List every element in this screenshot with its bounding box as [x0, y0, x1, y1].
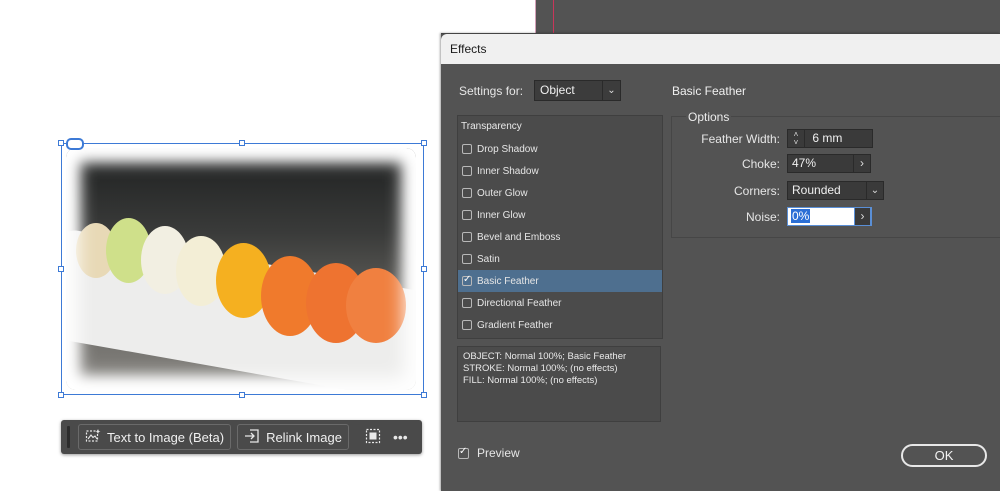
- choke-label: Choke:: [741, 157, 780, 171]
- checkbox[interactable]: [462, 298, 472, 308]
- options-group-title: Options: [686, 110, 732, 124]
- relink-label: Relink Image: [266, 429, 342, 445]
- checkbox[interactable]: [462, 144, 472, 154]
- summary-stroke: STROKE: Normal 100%; (no effects): [463, 363, 618, 374]
- summary-fill: FILL: Normal 100%; (no effects): [463, 375, 598, 386]
- effect-label: Directional Feather: [477, 297, 562, 309]
- feather-width-value: 6 mm: [812, 131, 843, 145]
- image-frame-selection[interactable]: [61, 143, 424, 395]
- effect-label: Drop Shadow: [477, 143, 538, 155]
- resize-handle-r[interactable]: [421, 266, 427, 272]
- effect-item-directional-feather[interactable]: Directional Feather: [458, 292, 662, 314]
- effect-item-inner-glow[interactable]: Inner Glow: [458, 204, 662, 226]
- checkbox[interactable]: [462, 210, 472, 220]
- stepper-icon[interactable]: ˄ ˅: [788, 130, 805, 147]
- effect-item-inner-shadow[interactable]: Inner Shadow: [458, 160, 662, 182]
- effect-label: Inner Shadow: [477, 165, 539, 177]
- feather-width-label: Feather Width:: [701, 132, 780, 146]
- effect-label: Bevel and Emboss: [477, 231, 561, 243]
- effects-list: Transparency Drop Shadow Inner Shadow Ou…: [457, 115, 663, 339]
- choke-value: 47%: [792, 156, 817, 170]
- checkbox[interactable]: [462, 320, 472, 330]
- settings-for-label: Settings for:: [459, 84, 524, 98]
- checkbox-checked[interactable]: [462, 274, 472, 286]
- settings-for-value: Object: [540, 83, 575, 97]
- resize-handle-t[interactable]: [239, 140, 245, 146]
- ok-label: OK: [934, 448, 954, 463]
- effects-list-header[interactable]: Transparency: [458, 116, 662, 138]
- effect-item-gradient-feather[interactable]: Gradient Feather: [458, 314, 662, 336]
- effect-label: Satin: [477, 253, 500, 265]
- resize-handle-bl[interactable]: [58, 392, 64, 398]
- preview-checkbox[interactable]: [458, 446, 469, 459]
- contextual-taskbar: Text to Image (Beta) Relink Image •••: [61, 420, 422, 454]
- effect-item-bevel-and-emboss[interactable]: Bevel and Emboss: [458, 226, 662, 248]
- drag-grip[interactable]: [67, 426, 70, 448]
- chevron-down-icon: ⌄: [602, 81, 620, 100]
- effects-summary: OBJECT: Normal 100%; Basic Feather STROK…: [457, 346, 661, 422]
- checkbox[interactable]: [462, 166, 472, 176]
- preview-toggle[interactable]: Preview: [458, 446, 520, 460]
- summary-object: OBJECT: Normal 100%; Basic Feather: [463, 351, 627, 362]
- checkbox[interactable]: [462, 188, 472, 198]
- section-title: Basic Feather: [672, 84, 747, 98]
- chevron-right-icon[interactable]: ›: [853, 155, 870, 172]
- effect-label: Outer Glow: [477, 187, 528, 199]
- corners-select[interactable]: Rounded ⌄: [787, 181, 884, 200]
- choke-field[interactable]: 47% ›: [787, 154, 871, 173]
- corners-value: Rounded: [792, 183, 841, 197]
- dialog-titlebar[interactable]: Effects: [441, 34, 1000, 64]
- chevron-right-icon[interactable]: ›: [854, 207, 871, 226]
- chevron-down-icon: ⌄: [866, 182, 883, 199]
- crop-frame-icon[interactable]: [365, 428, 381, 447]
- noise-field[interactable]: 0% ›: [787, 207, 872, 226]
- effect-item-drop-shadow[interactable]: Drop Shadow: [458, 138, 662, 160]
- relink-image-button[interactable]: Relink Image: [237, 424, 349, 450]
- more-options-icon[interactable]: •••: [393, 429, 408, 445]
- dialog-title: Effects: [450, 42, 487, 56]
- resize-handle-tr[interactable]: [421, 140, 427, 146]
- corners-label: Corners:: [733, 184, 780, 198]
- resize-handle-b[interactable]: [239, 392, 245, 398]
- relink-icon: [244, 428, 260, 447]
- checkbox[interactable]: [462, 232, 472, 242]
- text-to-image-label: Text to Image (Beta): [107, 429, 225, 445]
- effect-item-satin[interactable]: Satin: [458, 248, 662, 270]
- effect-item-outer-glow[interactable]: Outer Glow: [458, 182, 662, 204]
- resize-handle-tl[interactable]: [58, 140, 64, 146]
- text-to-image-button[interactable]: Text to Image (Beta): [78, 424, 232, 450]
- effect-item-basic-feather[interactable]: Basic Feather: [458, 270, 662, 292]
- noise-value: 0%: [791, 209, 811, 223]
- resize-handle-br[interactable]: [421, 392, 427, 398]
- checkbox[interactable]: [462, 254, 472, 264]
- link-icon[interactable]: [66, 138, 84, 150]
- feather-width-field[interactable]: ˄ ˅ 6 mm: [787, 129, 873, 148]
- text-to-image-icon: [85, 428, 101, 447]
- noise-label: Noise:: [745, 210, 780, 224]
- effects-dialog: Effects Settings for: Object ⌄ Transpare…: [441, 33, 1000, 491]
- effect-label: Inner Glow: [477, 209, 526, 221]
- resize-handle-l[interactable]: [58, 266, 64, 272]
- effect-label: Gradient Feather: [477, 319, 553, 331]
- preview-label: Preview: [477, 446, 520, 460]
- settings-for-select[interactable]: Object ⌄: [534, 80, 621, 101]
- effect-label: Basic Feather: [477, 275, 539, 287]
- ok-button[interactable]: OK: [901, 444, 987, 467]
